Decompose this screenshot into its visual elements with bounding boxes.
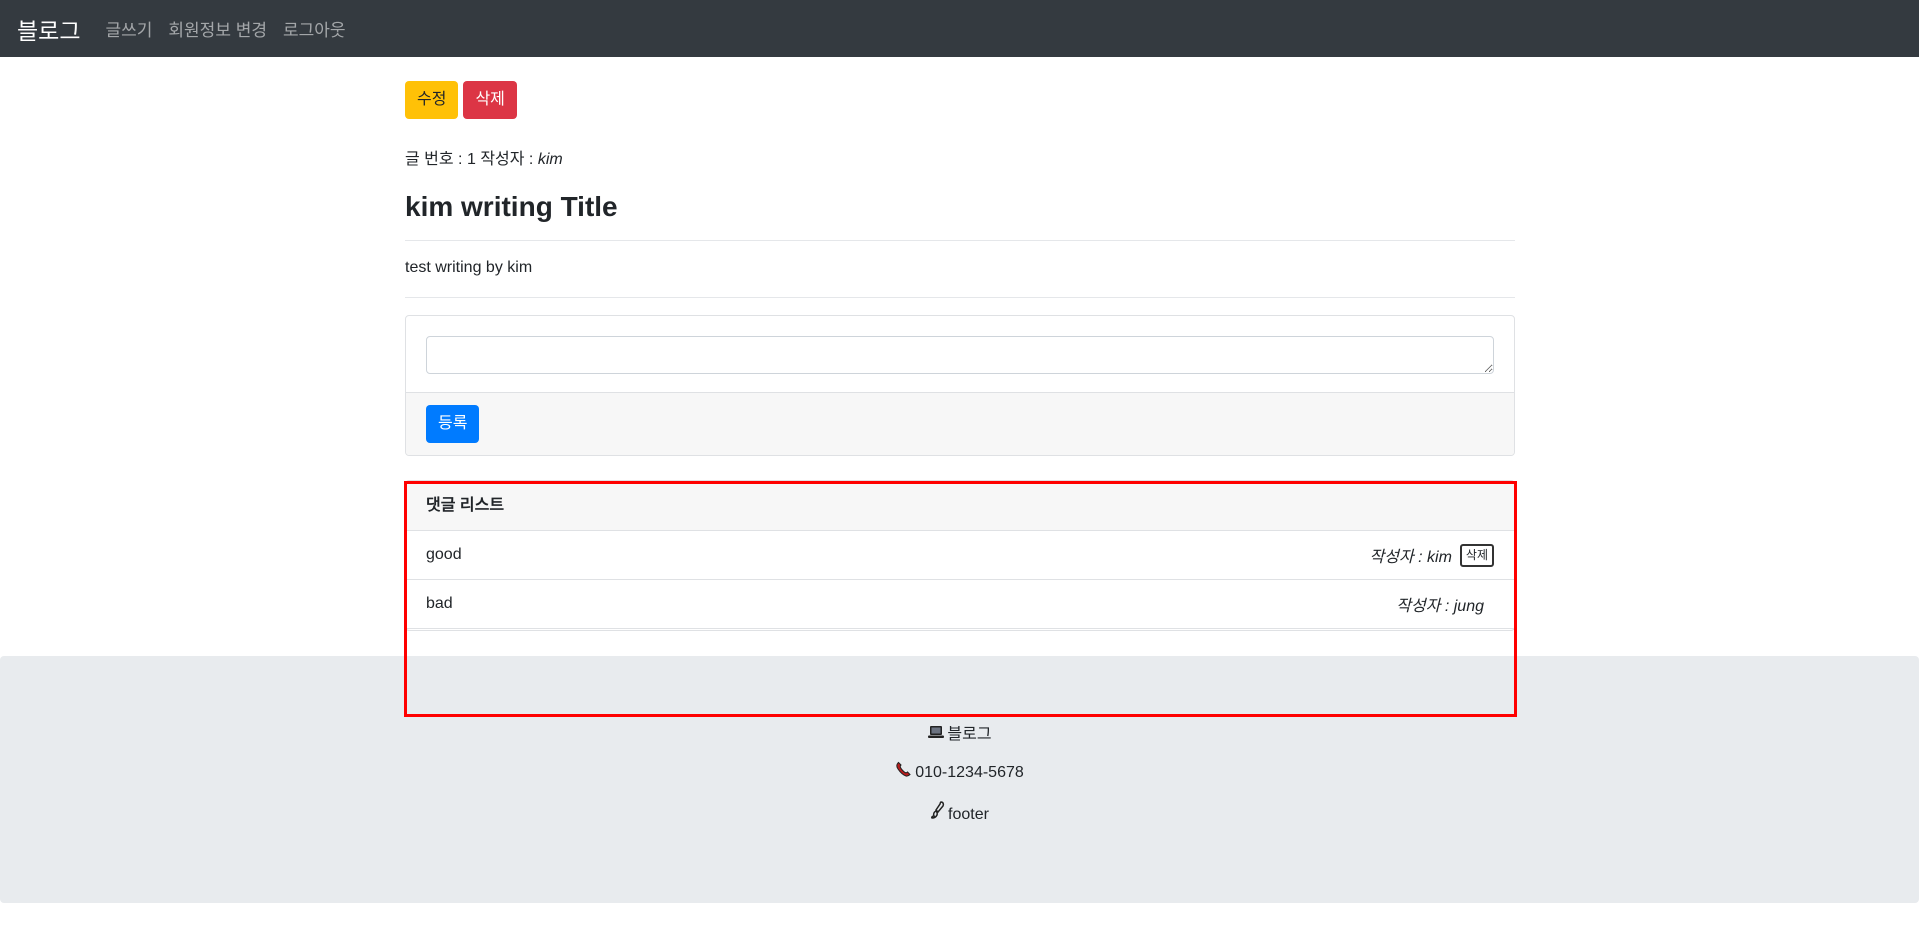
post-number: 1 — [466, 151, 476, 168]
footer-line-footer: footer — [0, 801, 1919, 824]
post-author-label: 작성자 : — [480, 151, 534, 168]
divider — [405, 240, 1515, 241]
reply-form-footer: 등록 — [406, 393, 1514, 455]
navbar: 블로그 글쓰기 회원정보 변경 로그아웃 — [0, 0, 1919, 57]
footer: 블로그 010-1234-5678 footer — [0, 656, 1919, 903]
comment-meta: 작성자 : kim 삭제 — [1370, 543, 1494, 567]
post-meta: 글 번호 : 1 작성자 : kim — [405, 145, 563, 169]
footer-phone-text: 010-1234-5678 — [915, 764, 1024, 781]
post-actions: 수정 삭제 — [405, 81, 517, 119]
nav-link-account-settings[interactable]: 회원정보 변경 — [168, 16, 267, 41]
comment-meta: 작성자 : jung — [1396, 592, 1494, 616]
nav-link-logout[interactable]: 로그아웃 — [283, 16, 346, 41]
comment-author: 작성자 : jung — [1396, 598, 1484, 615]
laptop-icon — [927, 725, 945, 744]
comment-author: 작성자 : kim — [1369, 549, 1452, 566]
comment-item: good 작성자 : kim 삭제 — [406, 531, 1514, 580]
delete-comment-button[interactable]: 삭제 — [1459, 543, 1494, 567]
footer-line-brand: 블로그 — [0, 720, 1919, 744]
reply-textarea[interactable] — [426, 336, 1494, 374]
post-author: kim — [537, 151, 563, 168]
footer-text: footer — [948, 806, 989, 823]
footer-line-phone: 010-1234-5678 — [0, 761, 1919, 782]
comment-content: good — [426, 546, 462, 563]
nav-link-write[interactable]: 글쓰기 — [105, 16, 152, 41]
post-number-label: 글 번호 : — [405, 151, 463, 168]
phone-icon — [895, 761, 913, 782]
post-title: kim writing Title — [405, 191, 618, 222]
navbar-brand[interactable]: 블로그 — [17, 12, 80, 46]
reply-form-card: 등록 — [405, 315, 1515, 456]
comment-item: bad 작성자 : jung — [406, 580, 1514, 629]
comment-list-header: 댓글 리스트 — [406, 481, 1514, 531]
submit-reply-button[interactable]: 등록 — [426, 405, 480, 443]
reply-form-body — [406, 316, 1514, 393]
footer-brand-text: 블로그 — [947, 726, 992, 743]
post-content: test writing by kim — [405, 259, 533, 276]
comment-content: bad — [426, 595, 453, 612]
brush-icon — [930, 801, 946, 824]
divider — [405, 297, 1515, 298]
comment-list-card: 댓글 리스트 good 작성자 : kim 삭제 bad 작성자 : jung — [405, 480, 1515, 631]
delete-button[interactable]: 삭제 — [463, 81, 517, 119]
edit-button[interactable]: 수정 — [405, 81, 459, 119]
